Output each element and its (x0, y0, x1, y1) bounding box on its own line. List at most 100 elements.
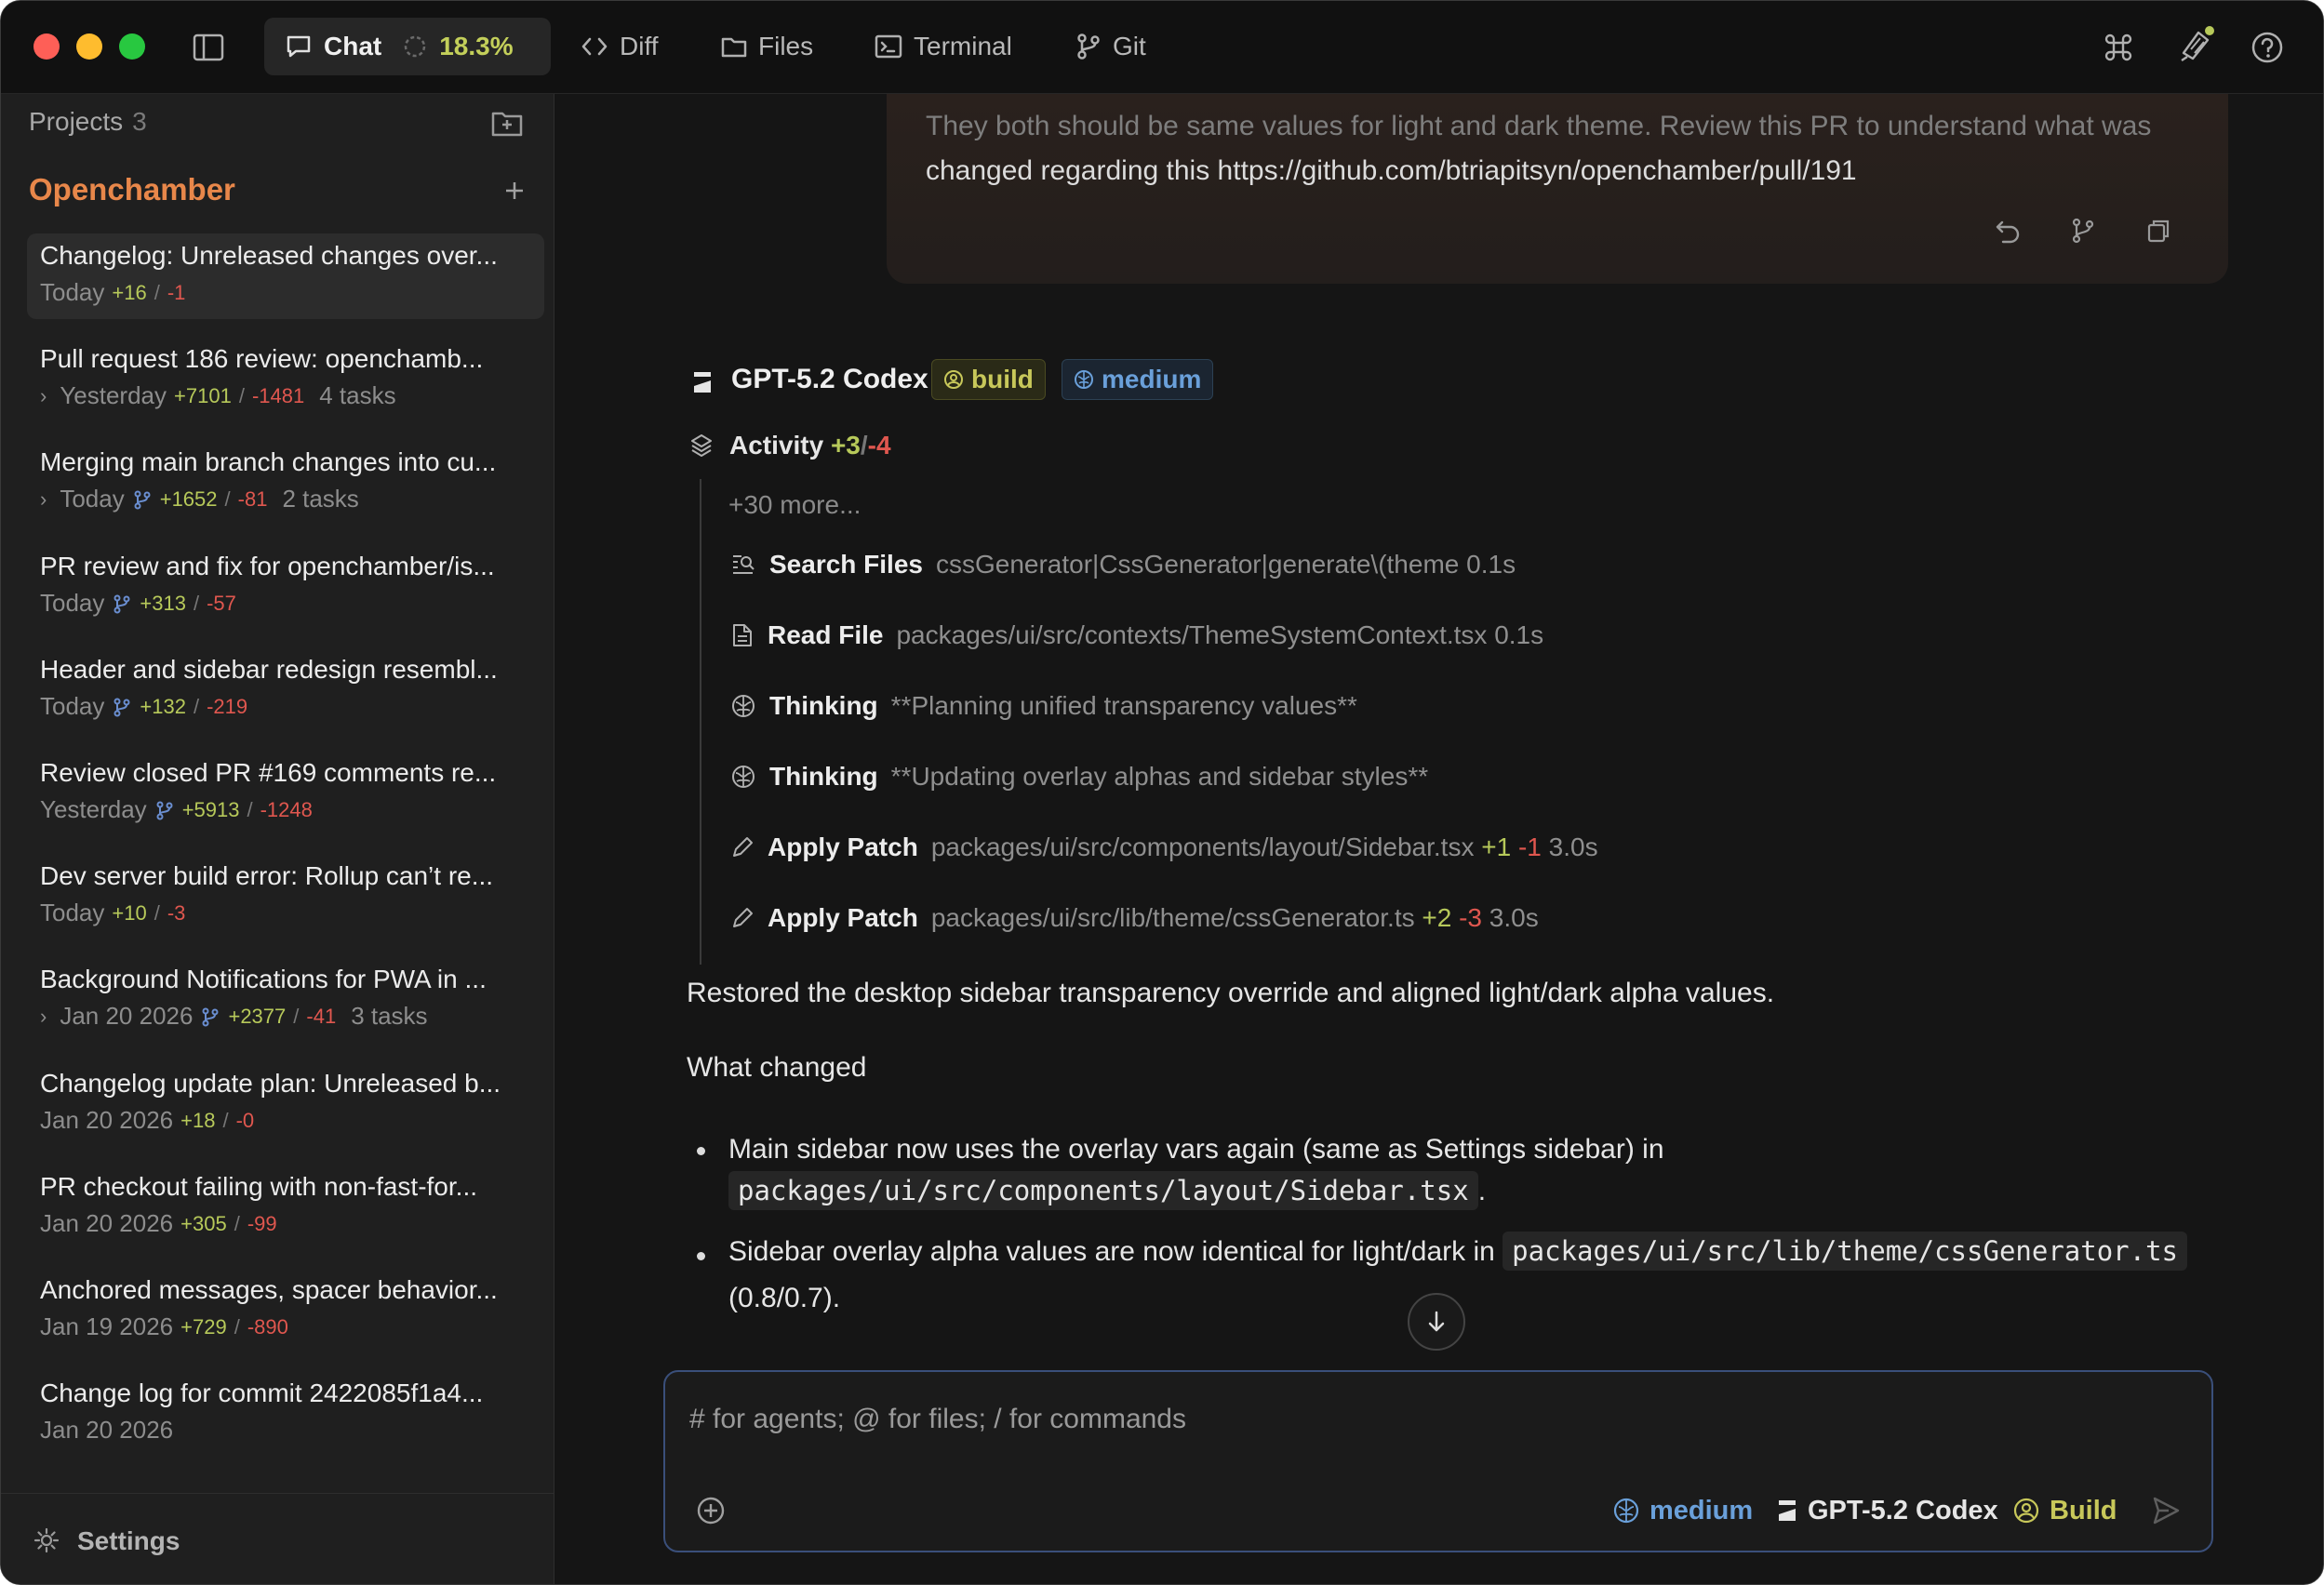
activity-arg: packages/ui/src/contexts/ThemeSystemCont… (896, 620, 1543, 650)
session-item[interactable]: Pull request 186 review: openchamb... › … (27, 337, 544, 422)
tab-git-label: Git (1113, 32, 1146, 60)
activity-tool: Apply Patch (768, 903, 918, 932)
session-meta: Jan 20 2026 (40, 1416, 173, 1445)
tab-diff-label: Diff (620, 32, 659, 60)
session-tasks: 3 tasks (351, 1002, 428, 1030)
session-title: Anchored messages, spacer behavior... (40, 1275, 498, 1304)
tab-terminal[interactable]: Terminal (854, 18, 1033, 75)
tab-chat-label: Chat (324, 32, 382, 60)
session-title: Review closed PR #169 comments re... (40, 758, 497, 787)
agent-badge-label: build (971, 365, 1034, 393)
session-date: Yesterday (60, 381, 167, 409)
session-title: Change log for commit 2422085f1a4... (40, 1379, 484, 1407)
git-branch-icon (114, 594, 130, 613)
agent-selector-label: Build (2050, 1495, 2117, 1525)
session-item[interactable]: Review closed PR #169 comments re... Yes… (27, 751, 544, 836)
attach-plus-icon[interactable] (695, 1495, 727, 1526)
diff-separator: / (234, 1211, 240, 1235)
diff-separator: / (154, 280, 160, 304)
activity-item[interactable]: Apply Patch packages/ui/src/lib/theme/cs… (730, 899, 1539, 937)
projects-header: Projects 3 (29, 107, 147, 137)
settings-button[interactable]: Settings (77, 1526, 180, 1556)
session-additions: +729 (180, 1314, 227, 1339)
model-selector[interactable]: GPT-5.2 Codex (1776, 1492, 1998, 1529)
maximize-window-button[interactable] (119, 33, 145, 60)
tab-files[interactable]: Files (701, 18, 834, 75)
add-session-icon[interactable] (503, 180, 526, 202)
diff-separator: / (860, 431, 868, 460)
scroll-to-bottom-button[interactable] (1408, 1293, 1465, 1351)
tab-chat[interactable]: Chat 18.3% (264, 18, 551, 75)
session-item[interactable]: PR checkout failing with non-fast-for...… (27, 1165, 544, 1250)
activity-time: 0.1s (1466, 550, 1516, 579)
close-window-button[interactable] (33, 33, 60, 60)
session-additions: +2377 (228, 1004, 287, 1028)
send-icon[interactable] (2150, 1495, 2182, 1526)
agent-selector[interactable]: Build (2012, 1492, 2117, 1529)
chevron-right-icon[interactable]: › (40, 487, 47, 512)
notification-icon[interactable] (2178, 25, 2215, 64)
layers-icon (691, 434, 712, 457)
pencil-icon (733, 837, 753, 857)
session-item[interactable]: Anchored messages, spacer behavior... Ja… (27, 1268, 544, 1353)
session-item[interactable]: Dev server build error: Rollup can’t re.… (27, 854, 544, 939)
folder-icon (721, 37, 747, 58)
composer-input[interactable]: # for agents; @ for files; / for command… (689, 1404, 1186, 1435)
effort-selector[interactable]: medium (1612, 1492, 1753, 1529)
activity-arg-text: cssGenerator|CssGenerator|generate\(them… (935, 550, 1460, 579)
session-deletions: -57 (207, 591, 236, 615)
session-item[interactable]: Changelog: Unreleased changes over... To… (27, 233, 544, 319)
session-item[interactable]: Background Notifications for PWA in ... … (27, 957, 544, 1043)
activity-tool: Apply Patch (768, 832, 918, 861)
activity-item[interactable]: Apply Patch packages/ui/src/components/l… (730, 829, 1598, 866)
session-item[interactable]: Change log for commit 2422085f1a4... Jan… (27, 1371, 544, 1457)
activity-time: 3.0s (1489, 903, 1539, 932)
activity-toggle[interactable]: Activity +3/-4 (729, 431, 891, 460)
project-name[interactable]: Openchamber (29, 172, 235, 207)
diff-separator: / (247, 797, 253, 821)
session-item[interactable]: Header and sidebar redesign resembl... T… (27, 647, 544, 733)
show-more-activity[interactable]: +30 more... (728, 490, 861, 520)
session-date: Yesterday (40, 795, 147, 823)
activity-item[interactable]: Search Files cssGenerator|CssGenerator|g… (730, 546, 1516, 583)
effort-badge-label: medium (1102, 365, 1202, 393)
activity-arg: packages/ui/src/lib/theme/cssGenerator.t… (931, 903, 1539, 933)
chevron-right-icon[interactable]: › (40, 1005, 47, 1029)
copy-icon[interactable] (2144, 217, 2172, 245)
session-title: Background Notifications for PWA in ... (40, 965, 487, 993)
effort-selector-label: medium (1650, 1495, 1754, 1525)
activity-arg: packages/ui/src/components/layout/Sideba… (931, 832, 1598, 862)
command-icon[interactable] (2103, 32, 2134, 63)
activity-deletions: -4 (867, 431, 891, 460)
tab-diff[interactable]: Diff (560, 18, 679, 75)
session-item[interactable]: Changelog update plan: Unreleased b... J… (27, 1061, 544, 1147)
chevron-right-icon[interactable]: › (40, 384, 47, 408)
search-files-icon (733, 555, 755, 574)
brain-icon (732, 695, 755, 717)
activity-item[interactable]: Read File packages/ui/src/contexts/Theme… (730, 617, 1543, 654)
fork-icon[interactable] (2069, 217, 2097, 245)
activity-item[interactable]: Thinking **Updating overlay alphas and s… (730, 758, 1428, 795)
session-additions: +313 (140, 591, 186, 615)
minimize-window-button[interactable] (76, 33, 102, 60)
bullet-text-line: Sidebar overlay alpha values are now ide… (728, 1232, 2187, 1271)
activity-time: 0.1s (1494, 620, 1544, 649)
activity-deletions: -3 (1459, 903, 1483, 932)
session-item[interactable]: PR review and fix for openchamber/is... … (27, 544, 544, 630)
session-additions: +10 (112, 900, 147, 925)
diff-separator: / (154, 900, 160, 925)
session-item[interactable]: Merging main branch changes into cu... ›… (27, 440, 544, 526)
git-branch-icon (156, 801, 173, 819)
help-icon[interactable] (2251, 31, 2284, 64)
gear-icon[interactable] (33, 1526, 60, 1554)
diff-separator: / (293, 1004, 300, 1028)
tab-git[interactable]: Git (1055, 18, 1167, 75)
session-title: PR review and fix for openchamber/is... (40, 552, 495, 580)
bullet-end: . (1477, 1176, 1487, 1206)
undo-icon[interactable] (1994, 217, 2022, 245)
new-project-folder-icon[interactable] (491, 110, 523, 138)
sidebar-toggle-icon[interactable] (193, 33, 224, 61)
activity-arg: **Planning unified transparency values** (890, 691, 1357, 720)
app-window: Chat 18.3% Diff Files Terminal Git Proje… (0, 0, 2324, 1585)
activity-item[interactable]: Thinking **Planning unified transparency… (730, 687, 1357, 725)
